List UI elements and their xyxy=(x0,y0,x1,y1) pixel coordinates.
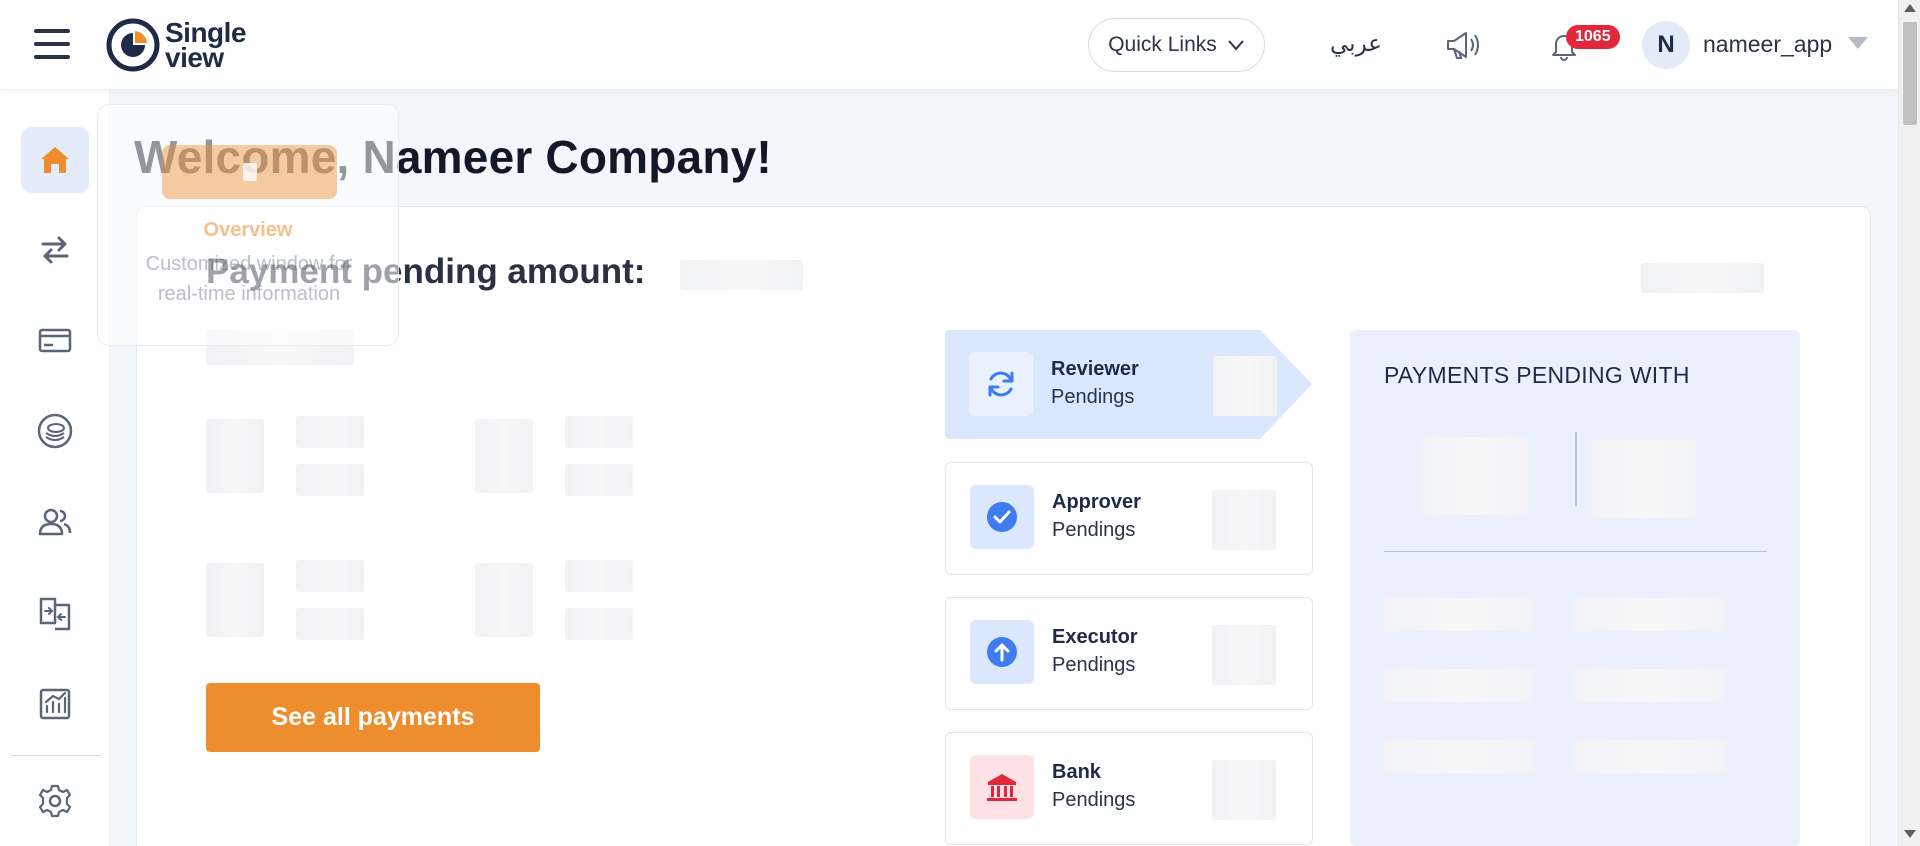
sidebar-item-documents[interactable] xyxy=(21,580,89,646)
user-menu-caret-icon[interactable] xyxy=(1848,37,1868,49)
quick-links-label: Quick Links xyxy=(1108,33,1217,56)
stat-value-skeleton xyxy=(565,608,633,640)
stat-value-skeleton xyxy=(565,464,633,496)
stat-icon-skeleton xyxy=(206,419,264,493)
company-name: Nameer Company! xyxy=(362,131,772,183)
filter-skeleton xyxy=(1641,263,1764,293)
users-icon xyxy=(38,508,72,536)
coins-icon xyxy=(37,413,73,449)
stat-label-skeleton xyxy=(565,560,633,592)
language-toggle[interactable]: عربي xyxy=(1330,30,1382,57)
stat-label-skeleton xyxy=(296,416,364,448)
sidebar-item-coins[interactable] xyxy=(21,398,89,464)
pending-count-skeleton xyxy=(1422,437,1528,515)
app-logo[interactable]: Single view xyxy=(105,17,247,73)
sidebar-item-settings[interactable] xyxy=(21,768,89,834)
document-exchange-icon xyxy=(39,597,71,631)
status-card-reviewer[interactable]: Reviewer Pendings xyxy=(945,330,1312,439)
top-bar: Single view Quick Links عربي 1065 N name… xyxy=(0,0,1898,90)
scroll-up-arrow-icon[interactable] xyxy=(1904,4,1916,12)
stat-label-skeleton xyxy=(565,416,633,448)
chevron-down-icon xyxy=(1228,40,1244,51)
status-title: Executor xyxy=(1052,626,1138,648)
status-subtitle: Pendings xyxy=(1051,386,1135,408)
refresh-cycle-icon xyxy=(988,371,1014,397)
notification-count-badge: 1065 xyxy=(1566,25,1620,49)
status-subtitle: Pendings xyxy=(1052,519,1136,541)
status-icon-box xyxy=(970,620,1034,684)
card-icon xyxy=(38,328,72,353)
sidebar-divider xyxy=(10,755,102,756)
check-circle-icon xyxy=(987,502,1017,532)
panel-divider-vertical xyxy=(1575,432,1577,506)
pending-row-skeleton xyxy=(1574,669,1726,702)
status-icon-box xyxy=(970,485,1034,549)
stat-icon-skeleton xyxy=(475,419,533,493)
hamburger-menu-icon[interactable] xyxy=(34,29,70,59)
sidebar xyxy=(0,90,110,846)
status-count-skeleton xyxy=(1212,760,1276,820)
quick-links-dropdown[interactable]: Quick Links xyxy=(1088,18,1265,72)
logo-text: Single view xyxy=(165,17,247,73)
status-icon-box xyxy=(969,352,1033,416)
analytics-chart-icon xyxy=(39,688,71,720)
status-count-skeleton xyxy=(1212,490,1276,550)
home-icon xyxy=(41,147,69,173)
transfer-arrows-icon xyxy=(41,236,69,264)
status-count-skeleton xyxy=(1213,356,1277,416)
page-title: Welcome, Nameer Company! xyxy=(134,130,772,184)
pending-row-skeleton xyxy=(1384,740,1534,773)
pending-row-skeleton xyxy=(1384,669,1534,702)
stat-icon-skeleton xyxy=(475,563,533,637)
welcome-prefix: Welcome, xyxy=(134,131,363,183)
pending-row-skeleton xyxy=(1574,598,1726,631)
scroll-down-arrow-icon[interactable] xyxy=(1904,830,1916,838)
stat-value-skeleton xyxy=(296,464,364,496)
status-title: Approver xyxy=(1052,491,1141,513)
status-card-approver[interactable]: Approver Pendings xyxy=(945,462,1313,575)
see-all-payments-button[interactable]: See all payments xyxy=(206,683,540,752)
stat-label-skeleton xyxy=(296,560,364,592)
logo-mark-icon xyxy=(106,18,160,72)
username-label[interactable]: nameer_app xyxy=(1703,31,1832,58)
payments-pending-with-title: PAYMENTS PENDING WITH xyxy=(1384,362,1690,388)
status-count-skeleton xyxy=(1212,625,1276,685)
pending-row-skeleton xyxy=(1574,740,1726,773)
pending-count-skeleton xyxy=(1591,440,1697,518)
megaphone-icon[interactable] xyxy=(1444,27,1482,63)
stat-icon-skeleton xyxy=(206,563,264,637)
status-title: Reviewer xyxy=(1051,358,1139,380)
pending-row-skeleton xyxy=(1384,598,1534,631)
amount-skeleton xyxy=(680,260,803,290)
gear-icon xyxy=(38,784,72,818)
page-scrollbar[interactable] xyxy=(1898,0,1920,846)
bank-icon xyxy=(987,774,1017,801)
payments-pending-with-panel: PAYMENTS PENDING WITH xyxy=(1350,330,1800,846)
user-avatar[interactable]: N xyxy=(1642,21,1690,69)
status-title: Bank xyxy=(1052,761,1101,783)
status-subtitle: Pendings xyxy=(1052,789,1136,811)
scroll-thumb[interactable] xyxy=(1903,22,1917,125)
status-card-executor[interactable]: Executor Pendings xyxy=(945,597,1313,710)
sidebar-item-home[interactable] xyxy=(21,127,89,193)
sidebar-item-transfers[interactable] xyxy=(21,217,89,283)
status-subtitle: Pendings xyxy=(1052,654,1136,676)
amount-value-skeleton xyxy=(206,329,354,365)
sidebar-item-users[interactable] xyxy=(21,489,89,555)
status-icon-box xyxy=(970,755,1034,819)
arrow-up-circle-icon xyxy=(987,637,1017,667)
payment-pending-label: Payment pending amount: xyxy=(206,252,646,291)
stat-value-skeleton xyxy=(296,608,364,640)
sidebar-item-cards[interactable] xyxy=(21,307,89,373)
sidebar-item-analytics[interactable] xyxy=(21,671,89,737)
status-card-bank[interactable]: Bank Pendings xyxy=(945,732,1313,845)
panel-divider-horizontal xyxy=(1384,551,1767,552)
